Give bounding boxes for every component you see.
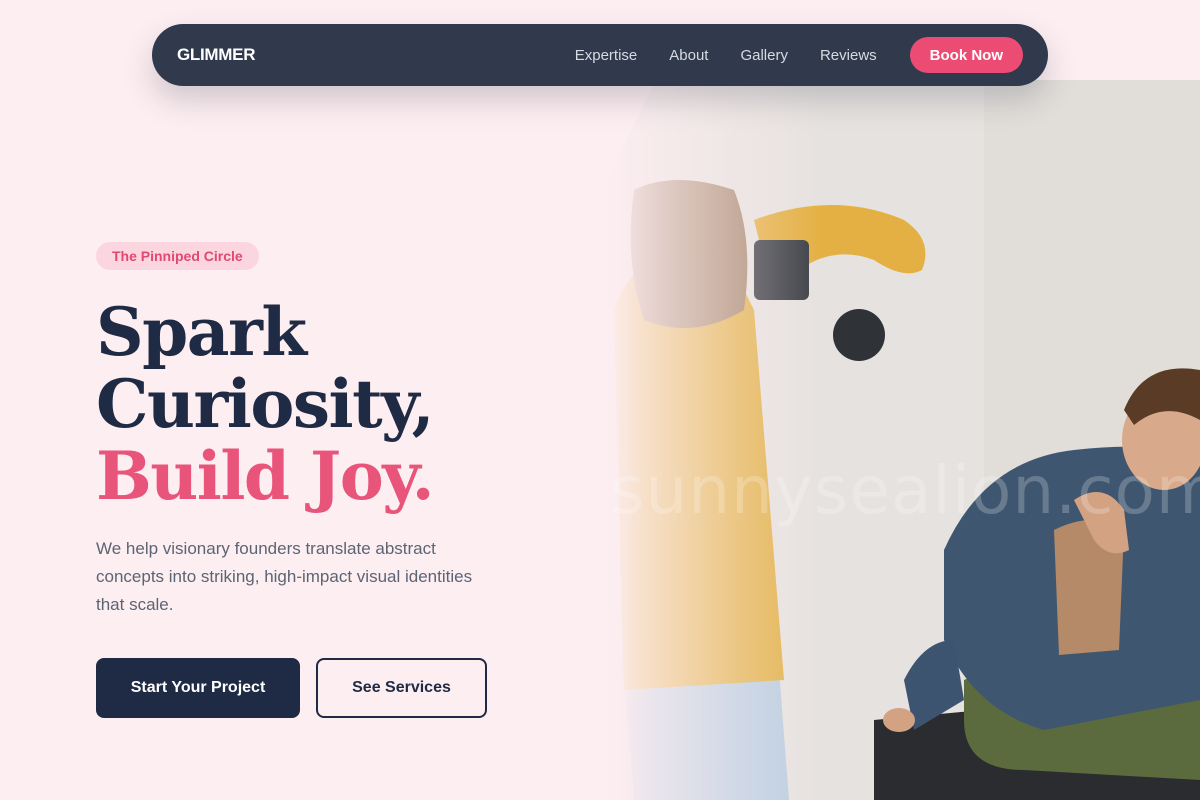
nav-link-reviews[interactable]: Reviews (820, 47, 877, 64)
book-now-button[interactable]: Book Now (909, 37, 1023, 73)
headline-line-2: Curiosity, (96, 365, 435, 443)
brand-logo[interactable]: GLIMMER (177, 45, 255, 65)
photo-fade-overlay (604, 80, 824, 800)
hero-description: We help visionary founders translate abs… (96, 539, 473, 614)
hero-photo (604, 80, 1200, 800)
see-services-button[interactable]: See Services (316, 658, 487, 718)
nav-link-expertise[interactable]: Expertise (575, 47, 638, 64)
nav-link-about[interactable]: About (669, 47, 708, 64)
nav-links: Expertise About Gallery Reviews Book Now (543, 37, 1023, 73)
hero-headline: Spark Curiosity, Build Joy. (96, 293, 435, 515)
nav-link-gallery[interactable]: Gallery (740, 47, 788, 64)
photo-corner-cut (604, 80, 656, 185)
top-navbar: GLIMMER Expertise About Gallery Reviews … (152, 24, 1048, 86)
start-project-button[interactable]: Start Your Project (96, 658, 300, 718)
hero-badge: The Pinniped Circle (96, 242, 259, 270)
headline-line-3: Build Joy. (96, 437, 435, 515)
headline-line-1: Spark (96, 293, 307, 371)
